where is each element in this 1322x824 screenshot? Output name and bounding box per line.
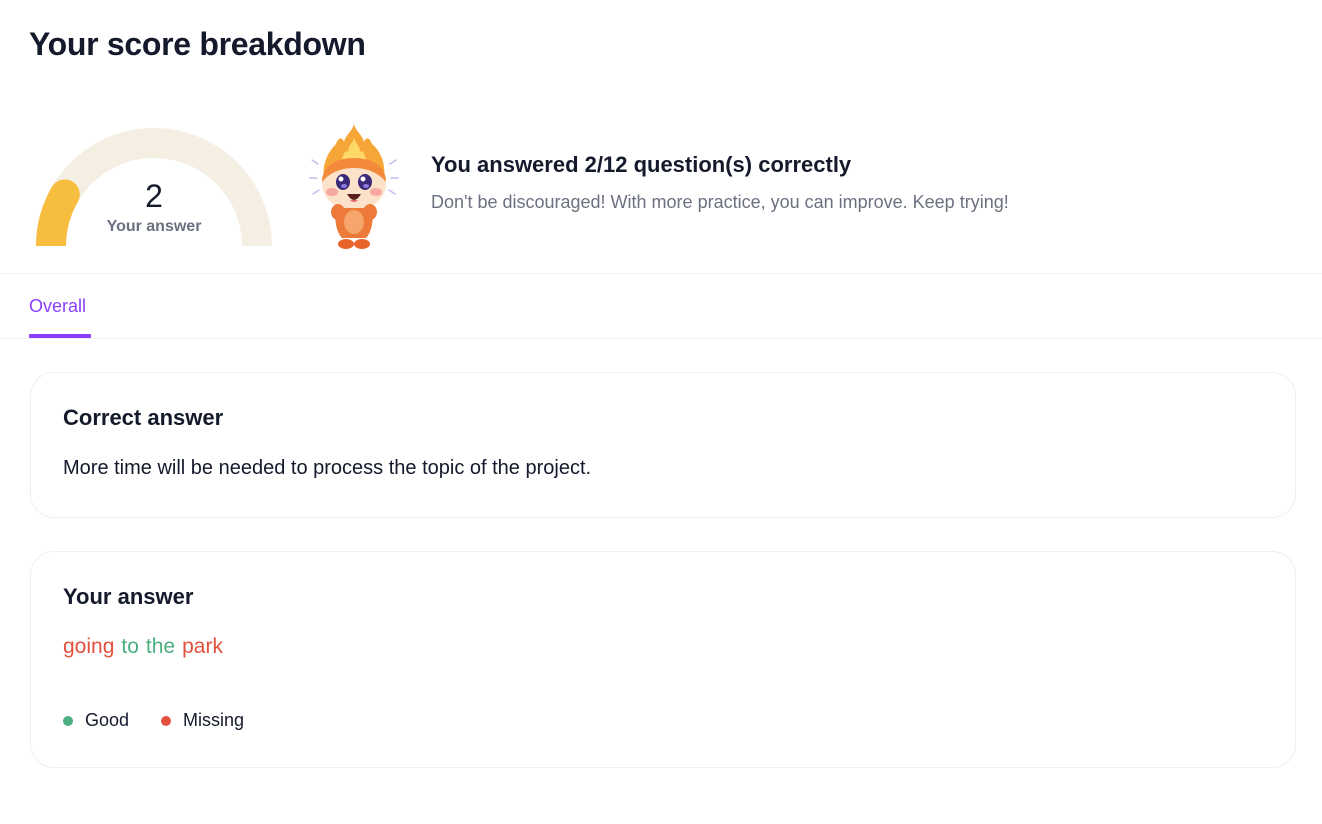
summary-title: You answered 2/12 question(s) correctly: [431, 152, 852, 177]
legend-label-missing: Missing: [183, 710, 245, 730]
legend-label-good: Good: [85, 710, 130, 730]
tab-overall[interactable]: Overall: [29, 296, 86, 317]
page-title: Your score breakdown: [29, 26, 366, 62]
score-value: 2: [145, 178, 163, 214]
score-summary: You answered 2/12 question(s) correctly …: [431, 152, 1009, 213]
your-answer-title: Your answer: [63, 584, 194, 609]
correct-answer-title: Correct answer: [63, 405, 224, 430]
summary-message: Don't be discouraged! With more practice…: [431, 192, 1009, 212]
legend-item-missing: Missing: [161, 710, 244, 731]
answer-word: the: [145, 635, 176, 658]
tab-divider: [0, 338, 1322, 339]
score-gauge: 2 Your answer: [30, 116, 278, 250]
tab-bar: Overall: [0, 274, 1322, 338]
correct-answer-card: Correct answer More time will be needed …: [30, 372, 1296, 518]
correct-answer-text: More time will be needed to process the …: [63, 457, 592, 479]
answer-legend: Good Missing: [63, 710, 276, 731]
answer-word: park: [182, 635, 223, 658]
score-label: Your answer: [106, 218, 202, 235]
your-answer-card: Your answer going to the park Good Missing: [30, 551, 1296, 768]
your-answer-text: going to the park: [63, 635, 230, 659]
legend-item-good: Good: [63, 710, 129, 731]
missing-dot-icon: [161, 715, 172, 726]
good-dot-icon: [63, 715, 73, 726]
answer-word: to: [121, 635, 139, 658]
answer-word: going: [63, 635, 115, 658]
mascot-flame-illustration: [309, 124, 399, 249]
